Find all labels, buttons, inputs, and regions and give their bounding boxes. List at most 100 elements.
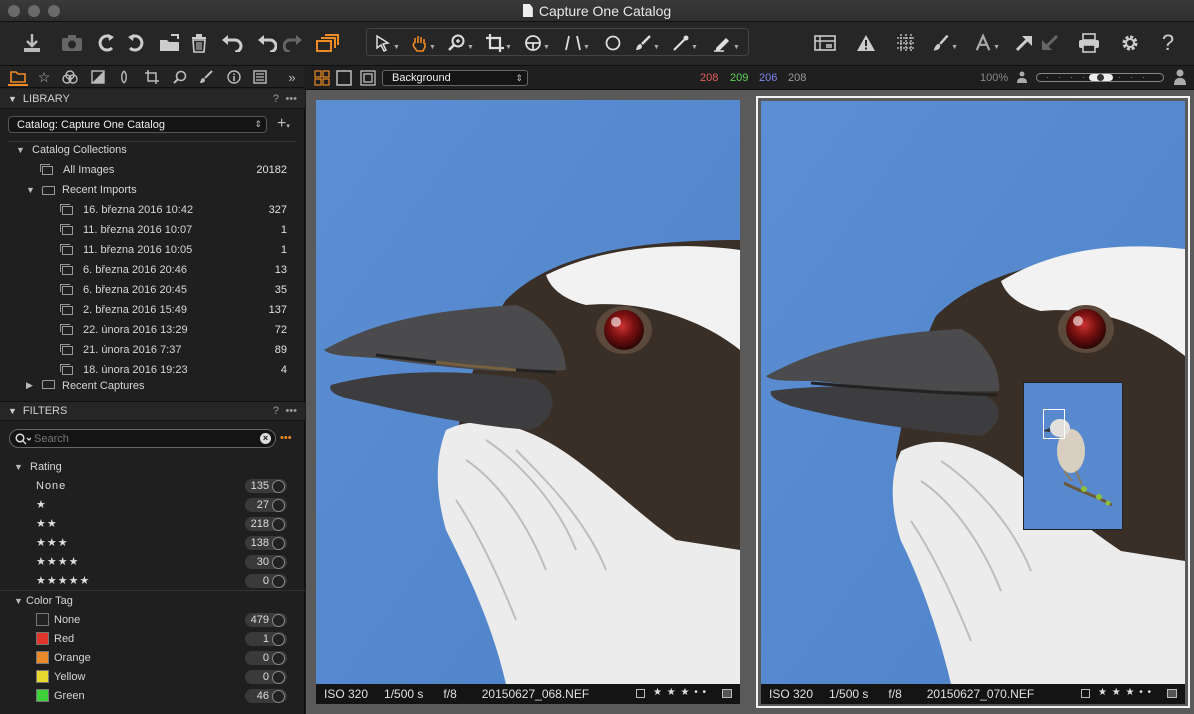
image-rating[interactable]: ★ ★ ★ • • — [1098, 687, 1152, 698]
import-session-row[interactable]: 22. února 2016 13:29 72 — [0, 320, 305, 340]
rating-filter-row[interactable]: ★★★★★ 0 — [0, 571, 305, 590]
rating-filter-row[interactable]: ★ 27 — [0, 495, 305, 514]
trash-icon[interactable] — [188, 28, 210, 58]
color-tag-filter-row[interactable]: Yellow 0 — [0, 667, 305, 686]
search-input[interactable] — [34, 432, 234, 445]
library-header[interactable]: ▼ LIBRARY ? ••• — [0, 89, 305, 109]
annotate-icon[interactable]: ▼ — [708, 28, 744, 58]
color-tag-filter-row[interactable]: Orange 0 — [0, 648, 305, 667]
color-tag-filter-row[interactable]: Green 46 — [0, 686, 305, 705]
catalog-collections-row[interactable]: ▼ Catalog Collections — [0, 140, 305, 160]
import-session-row[interactable]: 6. března 2016 20:46 13 — [0, 260, 305, 280]
rating-filter-row[interactable]: ★★★★ 30 — [0, 552, 305, 571]
circle-mask-icon[interactable] — [600, 28, 626, 58]
import-session-row[interactable]: 16. března 2016 10:42 327 — [0, 200, 305, 220]
filters-header[interactable]: ▼ FILTERS ? ••• — [0, 401, 305, 421]
metadata-tab-icon[interactable] — [224, 68, 244, 86]
keystone-icon[interactable]: ▼ — [562, 28, 592, 58]
output-tab-icon[interactable] — [250, 68, 270, 86]
composition-tab-icon[interactable] — [142, 68, 162, 86]
rating-filter-count[interactable]: 30 — [245, 554, 287, 569]
select-checkbox[interactable] — [636, 689, 645, 698]
select-checkbox[interactable] — [1081, 689, 1090, 698]
zoom-slider[interactable] — [1036, 73, 1164, 82]
color-tag-icon[interactable] — [1167, 689, 1177, 698]
rating-filter-row[interactable]: ★★ 218 — [0, 514, 305, 533]
filter-search-field[interactable]: × — [9, 429, 276, 448]
multi-view-icon[interactable] — [314, 70, 330, 89]
rotate-right-icon[interactable] — [124, 28, 146, 58]
grid-overlay-icon[interactable] — [894, 28, 918, 58]
select-icon[interactable]: ▼ — [372, 28, 402, 58]
arrow-down-icon[interactable] — [1038, 28, 1062, 58]
rating-filter-count[interactable]: 138 — [245, 535, 287, 550]
help-icon[interactable]: ? — [1156, 28, 1180, 58]
redo-icon[interactable] — [282, 28, 304, 58]
background-select[interactable]: Background ⇕ — [382, 70, 528, 86]
rating-filter-count[interactable]: 218 — [245, 516, 287, 531]
camera-icon[interactable] — [60, 28, 84, 58]
exposure-tab-icon[interactable] — [88, 68, 108, 86]
rating-filter-count[interactable]: 0 — [245, 573, 287, 588]
navigator-inset[interactable] — [1023, 382, 1123, 530]
proof-margin-icon[interactable] — [360, 70, 376, 89]
library-help-button[interactable]: ? — [273, 93, 279, 105]
arrow-up-icon[interactable] — [1012, 28, 1036, 58]
import-icon[interactable] — [20, 28, 44, 58]
import-session-row[interactable]: 21. února 2016 7:37 89 — [0, 340, 305, 360]
import-session-row[interactable]: 2. března 2016 15:49 137 — [0, 300, 305, 320]
variants-icon[interactable] — [314, 28, 340, 58]
navigator-viewport[interactable] — [1043, 409, 1065, 439]
text-icon[interactable]: ▼ — [974, 28, 1000, 58]
undo-adjust-icon[interactable] — [220, 28, 244, 58]
paint-icon[interactable]: ▼ — [932, 28, 958, 58]
crop-icon[interactable]: ▼ — [484, 28, 514, 58]
settings-icon[interactable] — [1118, 28, 1142, 58]
move-to-folder-icon[interactable] — [158, 28, 182, 58]
import-session-row[interactable]: 18. února 2016 19:23 4 — [0, 360, 305, 380]
rating-filter-count[interactable]: 135 — [245, 478, 287, 493]
filters-more-icon[interactable]: ••• — [285, 405, 297, 417]
library-tab-folder-icon[interactable] — [8, 68, 28, 86]
add-catalog-icon[interactable]: +▾ — [277, 115, 290, 133]
recent-captures-row[interactable]: ▶ Recent Captures — [0, 380, 305, 394]
clear-search-icon[interactable]: × — [260, 433, 271, 444]
rating-filter-count[interactable]: 27 — [245, 497, 287, 512]
import-session-row[interactable]: 6. března 2016 20:45 35 — [0, 280, 305, 300]
zoom-icon[interactable]: ▼ — [446, 28, 476, 58]
color-tag-filter-row[interactable]: Red 1 — [0, 629, 305, 648]
star-tab-icon[interactable]: ☆ — [34, 68, 54, 86]
import-session-row[interactable]: 11. března 2016 10:05 1 — [0, 240, 305, 260]
recent-imports-row[interactable]: ▼ Recent Imports — [0, 180, 305, 200]
lens-tab-icon[interactable] — [114, 68, 134, 86]
color-tag-filter-count[interactable]: 0 — [245, 650, 287, 665]
import-session-row[interactable]: 11. března 2016 10:07 1 — [0, 220, 305, 240]
color-tag-filter-count[interactable]: 1 — [245, 631, 287, 646]
undo-icon[interactable] — [256, 28, 278, 58]
all-images-row[interactable]: All Images 20182 — [0, 160, 305, 180]
color-tag-filter-row[interactable]: None 479 — [0, 610, 305, 629]
warning-icon[interactable] — [854, 28, 878, 58]
rating-filter-row[interactable]: ★★★ 138 — [0, 533, 305, 552]
color-tag-group-row[interactable]: ▼ Color Tag — [0, 590, 305, 610]
details-tab-icon[interactable] — [170, 68, 190, 86]
image-rating[interactable]: ★ ★ ★ • • — [653, 687, 707, 698]
rating-filter-row[interactable]: None 135 — [0, 476, 305, 495]
pan-hand-icon[interactable]: ▼ — [408, 28, 438, 58]
filters-help-button[interactable]: ? — [273, 405, 279, 417]
rotate-left-icon[interactable] — [96, 28, 118, 58]
adjustments-tab-icon[interactable] — [196, 68, 216, 86]
print-icon[interactable] — [1076, 28, 1102, 58]
catalog-select[interactable]: Catalog: Capture One Catalog ⇕ — [8, 116, 267, 133]
color-tag-icon[interactable] — [722, 689, 732, 698]
single-view-icon[interactable] — [336, 70, 352, 89]
brush-icon[interactable]: ▼ — [632, 28, 662, 58]
color-tag-filter-count[interactable]: 46 — [245, 688, 287, 703]
color-picker-icon[interactable]: ▼ — [670, 28, 700, 58]
image-left[interactable] — [316, 100, 740, 684]
color-tag-filter-count[interactable]: 479 — [245, 612, 287, 627]
more-tabs-icon[interactable]: » — [282, 68, 302, 86]
rating-group-row[interactable]: ▼ Rating — [0, 457, 305, 477]
search-options-icon[interactable]: ••• — [280, 432, 292, 444]
library-more-icon[interactable]: ••• — [285, 93, 297, 105]
